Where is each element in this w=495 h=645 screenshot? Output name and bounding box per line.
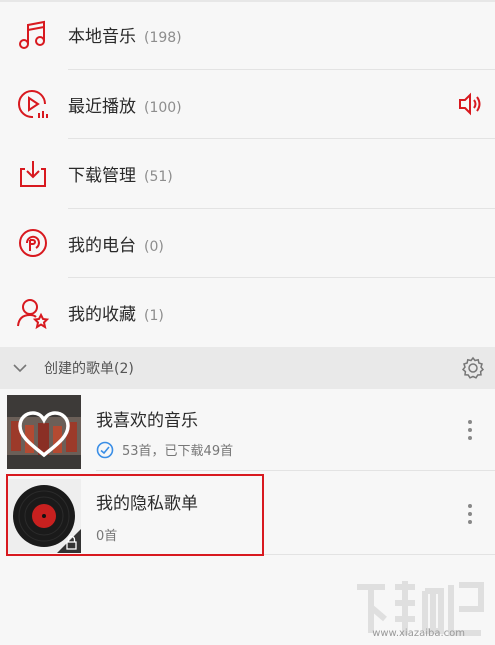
menu-item-label: 最近播放 (100) [68,96,182,117]
playlist-item-private[interactable]: 我的隐私歌单 0首 [0,473,495,555]
menu-item-my-radio[interactable]: 我的电台 (0) [0,209,495,278]
menu-item-label: 下载管理 (51) [68,166,173,187]
created-playlists-header[interactable]: 创建的歌单(2) [0,347,495,389]
playlist-cover [7,395,81,469]
music-note-icon [16,18,50,52]
playlist-cover [7,479,81,553]
playlist-info: 53首，已下载49首 [96,440,233,459]
playlist-info: 0首 [96,525,117,544]
recent-play-icon [16,87,50,121]
radio-icon [16,226,50,260]
playlist-info-text: 0首 [96,529,118,544]
playlist-name: 我的隐私歌单 [96,494,198,514]
gear-icon[interactable] [461,356,485,380]
menu-item-label: 我的收藏 (1) [68,305,164,326]
menu-item-my-favorites[interactable]: 我的收藏 (1) [0,278,495,348]
section-title: 创建的歌单(2) [44,361,134,377]
my-music-menu: 本地音乐 (198) 最近播放 (100) 下载管理 (51) 我的电台 (0)… [0,0,495,348]
playlist-name: 我喜欢的音乐 [96,411,198,431]
menu-item-count: (198) [144,30,182,47]
divider [96,554,495,555]
download-icon [16,157,50,191]
menu-item-local-music[interactable]: 本地音乐 (198) [0,0,495,70]
favorite-user-icon [16,296,50,330]
divider [96,470,495,471]
playlist-info-text: 53首，已下载49首 [122,444,234,459]
menu-item-count: (100) [144,99,182,116]
chevron-down-icon[interactable] [12,360,28,376]
menu-item-count: (51) [144,169,173,186]
menu-item-label: 本地音乐 (198) [68,27,182,48]
menu-item-count: (0) [144,238,164,255]
menu-item-count: (1) [144,308,164,325]
more-options-icon[interactable] [467,419,473,441]
speaker-icon [457,91,483,117]
playlist-item-liked-music[interactable]: 我喜欢的音乐 53首，已下载49首 [0,389,495,471]
menu-item-download-manager[interactable]: 下载管理 (51) [0,139,495,209]
watermark-url: www.xiazaiba.com [372,628,465,639]
downloaded-check-icon [96,441,114,459]
more-options-icon[interactable] [467,503,473,525]
menu-item-recent-play[interactable]: 最近播放 (100) [0,70,495,139]
menu-item-label: 我的电台 (0) [68,235,164,256]
